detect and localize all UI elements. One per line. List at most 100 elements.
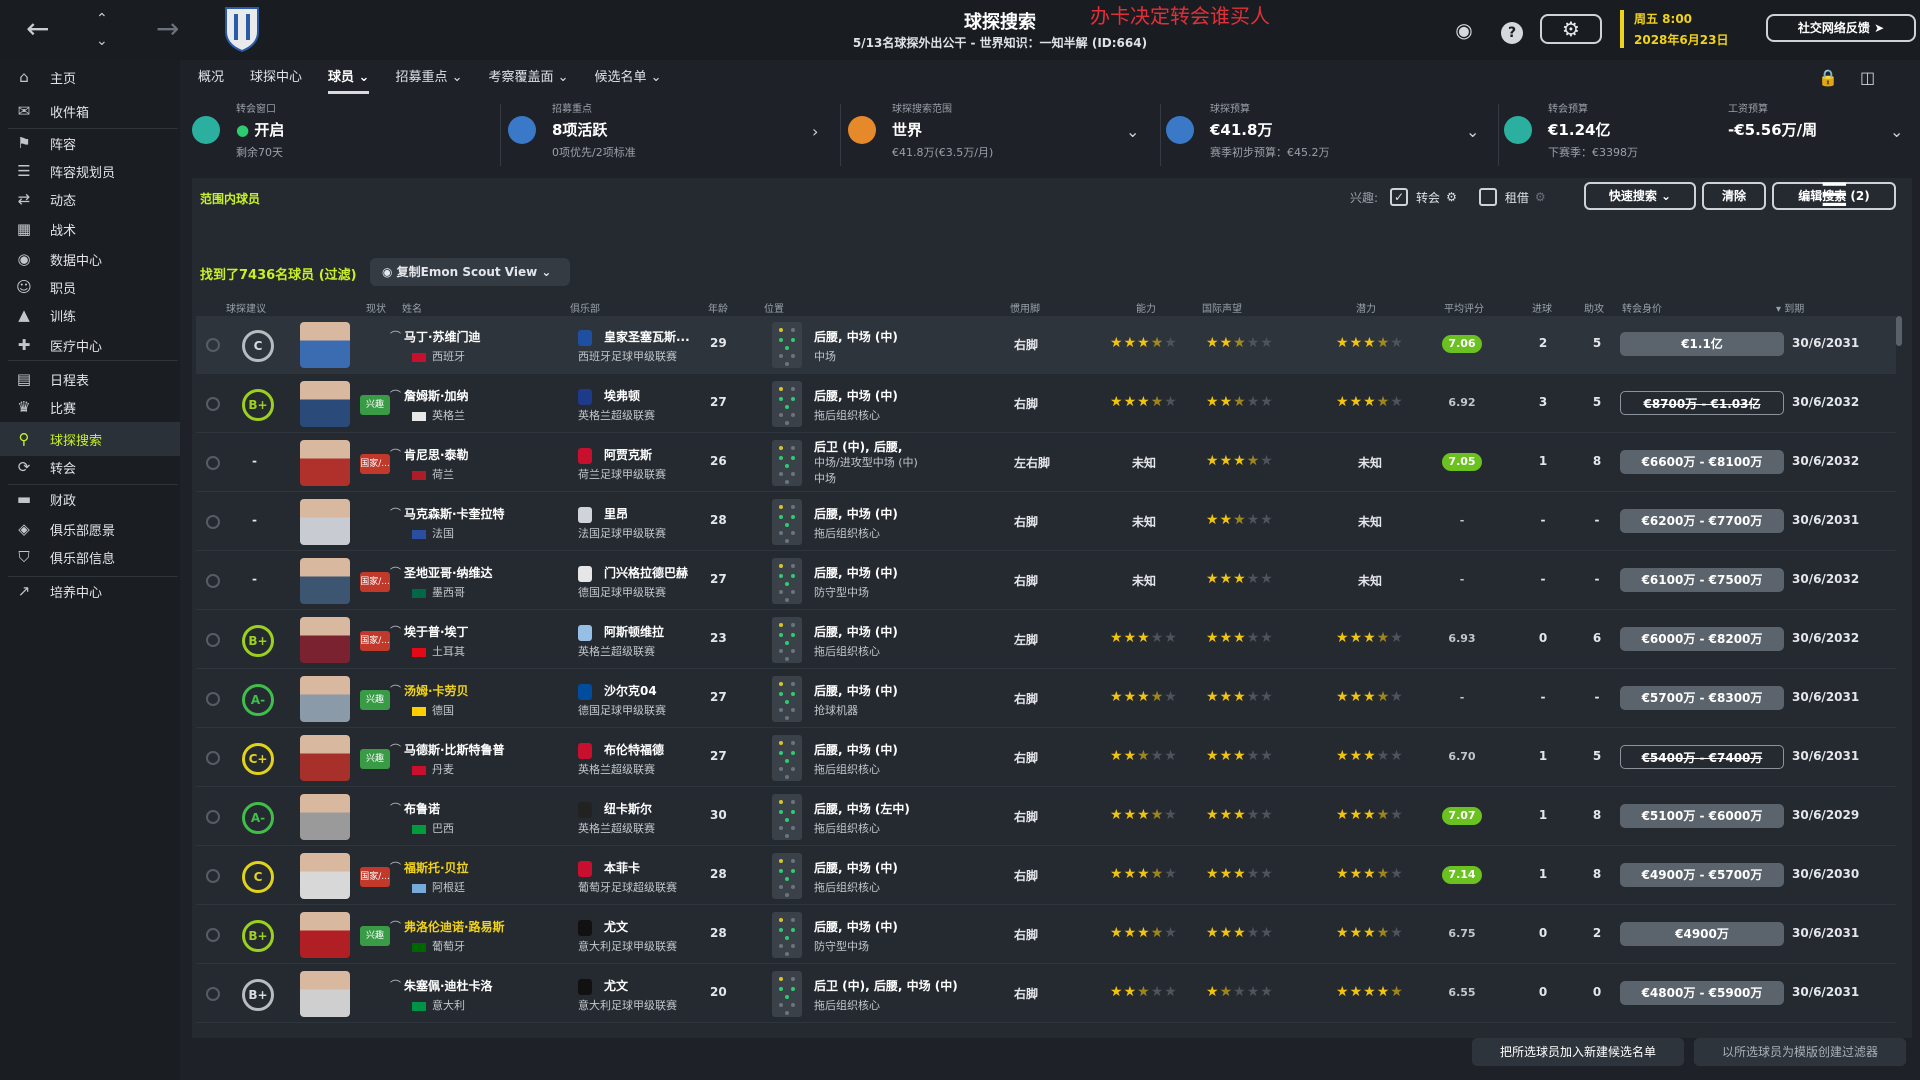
header-expiry[interactable]: ▾ 到期 (1776, 300, 1804, 315)
club-name[interactable]: 布伦特福德 (604, 741, 664, 758)
sidebar-item-14[interactable]: ▬ 财政 (0, 482, 180, 516)
transfer-budget-card[interactable]: 转会预算 €1.24亿 下赛季：€3398万 (1504, 100, 1708, 170)
table-row[interactable]: - 国家/... ⌒ 圣地亚哥·纳维达 墨西哥 门兴格拉德巴赫 德国足球甲级联赛 27 后腰, … (196, 552, 1896, 610)
wage-budget-card[interactable]: 工资预算 -€5.56万/周 (1728, 100, 1888, 170)
select-radio[interactable] (206, 987, 220, 1001)
table-row[interactable]: C 国家/... ⌒ 福斯托·贝拉 阿根廷 本菲卡 葡萄牙足球超级联赛 28 后腰, 中场 (中… (196, 847, 1896, 905)
sidebar-item-8[interactable]: ▲ 训练 (0, 298, 180, 332)
transfer-value[interactable]: €5700万 - €8300万 (1620, 686, 1784, 710)
header-potential[interactable]: 潜力 (1356, 300, 1376, 315)
chevron-down-icon[interactable]: ⌄ (1466, 122, 1479, 141)
clear-button[interactable]: 清除 (1702, 182, 1766, 210)
player-name[interactable]: 弗洛伦迪诺·路易斯 (404, 918, 505, 935)
player-name[interactable]: 马丁·苏维门迪 (404, 328, 481, 345)
player-photo[interactable] (300, 440, 350, 486)
select-radio[interactable] (206, 692, 220, 706)
select-radio[interactable] (206, 338, 220, 352)
social-feedback-button[interactable]: 社交网络反馈 ➤ (1766, 14, 1916, 42)
table-row[interactable]: B+ ⌒ 朱塞佩·迪杜卡洛 意大利 尤文 意大利足球甲级联赛 20 后卫 (中), 后腰, 中… (196, 965, 1896, 1023)
sidebar-item-9[interactable]: ✚ 医疗中心 (0, 328, 180, 362)
transfer-value[interactable]: €4900万 - €5700万 (1620, 863, 1784, 887)
add-to-shortlist-button[interactable]: 把所选球员加入新建候选名单 (1472, 1038, 1684, 1066)
player-photo[interactable] (300, 499, 350, 545)
header-name[interactable]: 姓名 (402, 300, 422, 315)
settings-button[interactable]: ⚙ (1540, 14, 1602, 44)
sidebar-item-11[interactable]: ♛ 比赛 (0, 390, 180, 424)
quick-search-button[interactable]: 快速搜索 ⌄ (1584, 182, 1696, 210)
transfer-value[interactable]: €5100万 - €6000万 (1620, 804, 1784, 828)
sidebar-item-1[interactable]: ✉ 收件箱 (0, 94, 180, 128)
transfer-value[interactable]: €4800万 - €5900万 (1620, 981, 1784, 1005)
table-row[interactable]: B+ 兴趣 ⌒ 弗洛伦迪诺·路易斯 葡萄牙 尤文 意大利足球甲级联赛 28 后腰, 中场 (中)… (196, 906, 1896, 964)
tab-1[interactable]: 球探中心 (250, 66, 302, 94)
player-photo[interactable] (300, 971, 350, 1017)
tab-0[interactable]: 概况 (198, 66, 224, 94)
chevron-up-icon[interactable]: ⌃ (96, 8, 108, 30)
club-name[interactable]: 沙尔克04 (604, 682, 657, 699)
scrollbar[interactable] (1896, 316, 1902, 346)
layout-icon[interactable]: ◫ (1860, 68, 1875, 87)
club-name[interactable]: 阿贾克斯 (604, 446, 652, 463)
select-radio[interactable] (206, 515, 220, 529)
up-down-arrows[interactable]: ⌃ ⌄ (96, 8, 108, 52)
chevron-right-icon[interactable]: › (812, 122, 818, 141)
header-advice[interactable]: 球探建议 (226, 300, 266, 315)
player-name[interactable]: 朱塞佩·迪杜卡洛 (404, 977, 493, 994)
header-club[interactable]: 俱乐部 (570, 300, 600, 315)
player-name[interactable]: 汤姆·卡劳贝 (404, 682, 469, 699)
tab-2[interactable]: 球员 ⌄ (328, 66, 370, 94)
sidebar-item-0[interactable]: ⌂ 主页 (0, 60, 180, 94)
header-average[interactable]: 平均评分 (1444, 300, 1484, 315)
forward-arrow-icon[interactable]: → (156, 12, 179, 45)
header-position[interactable]: 位置 (764, 300, 784, 315)
player-name[interactable]: 马克森斯·卡奎拉特 (404, 505, 505, 522)
header-goals[interactable]: 进球 (1532, 300, 1552, 315)
transfer-value[interactable]: €6600万 - €8100万 (1620, 450, 1784, 474)
gear-icon[interactable]: ⚙ (1535, 190, 1546, 204)
player-name[interactable]: 詹姆斯·加纳 (404, 387, 469, 404)
tab-3[interactable]: 招募重点 ⌄ (395, 66, 462, 94)
player-name[interactable]: 布鲁诺 (404, 800, 440, 817)
club-name[interactable]: 皇家圣塞瓦斯... (604, 328, 690, 345)
view-select-button[interactable]: ◉ 复制Emon Scout View ⌄ (370, 258, 570, 286)
transfer-value[interactable]: €1.1亿 (1620, 332, 1784, 356)
header-status[interactable]: 现状 (366, 300, 386, 315)
loan-checkbox[interactable] (1478, 188, 1497, 206)
sidebar-item-13[interactable]: ⟳ 转会 (0, 450, 180, 484)
table-row[interactable]: B+ 兴趣 ⌒ 詹姆斯·加纳 英格兰 埃弗顿 英格兰超级联赛 27 后腰, 中场 (中) 拖后组织… (196, 375, 1896, 433)
player-photo[interactable] (300, 322, 350, 368)
club-name[interactable]: 尤文 (604, 977, 628, 994)
table-row[interactable]: - ⌒ 马克森斯·卡奎拉特 法国 里昂 法国足球甲级联赛 28 后腰, 中场 (中) 拖后组织核… (196, 493, 1896, 551)
select-radio[interactable] (206, 456, 220, 470)
club-name[interactable]: 里昂 (604, 505, 628, 522)
table-row[interactable]: C ⌒ 马丁·苏维门迪 西班牙 皇家圣塞瓦斯... 西班牙足球甲级联赛 29 后腰, 中场 (… (196, 316, 1896, 374)
player-photo[interactable] (300, 912, 350, 958)
header-value[interactable]: 转会身价 (1622, 300, 1662, 315)
table-row[interactable]: A- 兴趣 ⌒ 汤姆·卡劳贝 德国 沙尔克04 德国足球甲级联赛 27 后腰, 中场 (中) 抢球… (196, 670, 1896, 728)
club-name[interactable]: 埃弗顿 (604, 387, 640, 404)
player-name[interactable]: 圣地亚哥·纳维达 (404, 564, 493, 581)
header-assists[interactable]: 助攻 (1584, 300, 1604, 315)
recruitment-focus-card[interactable]: 招募重点 8项活跃 0项优先/2项标准 (508, 100, 812, 170)
sidebar-item-5[interactable]: ▦ 战术 (0, 212, 180, 246)
player-photo[interactable] (300, 794, 350, 840)
transfer-value[interactable]: €5400万 - €7400万 (1620, 745, 1784, 769)
header-reputation[interactable]: 国际声望 (1202, 300, 1242, 315)
date-display[interactable]: 周五 8:00 2028年6月23日 (1620, 10, 1728, 48)
create-filter-button[interactable]: 以所选球员为模版创建过滤器 (1694, 1038, 1906, 1066)
tab-5[interactable]: 候选名单 ⌄ (595, 66, 662, 94)
player-photo[interactable] (300, 853, 350, 899)
chevron-down-icon[interactable]: ⌄ (1126, 122, 1139, 141)
select-radio[interactable] (206, 928, 220, 942)
club-name[interactable]: 尤文 (604, 918, 628, 935)
chevron-down-icon[interactable]: ⌄ (96, 30, 108, 52)
select-radio[interactable] (206, 869, 220, 883)
transfer-value[interactable]: €8700万 - €1.03亿 (1620, 391, 1784, 415)
club-name[interactable]: 门兴格拉德巴赫 (604, 564, 688, 581)
player-name[interactable]: 马德斯·比斯特鲁普 (404, 741, 505, 758)
help-icon[interactable]: ? (1496, 14, 1528, 46)
scout-range-card[interactable]: 球探搜索范围 世界 €41.8万(€3.5万/月) (848, 100, 1142, 170)
sidebar-item-4[interactable]: ⇄ 动态 (0, 182, 180, 216)
back-arrow-icon[interactable]: ← (26, 12, 49, 45)
header-age[interactable]: 年龄 (708, 300, 728, 315)
